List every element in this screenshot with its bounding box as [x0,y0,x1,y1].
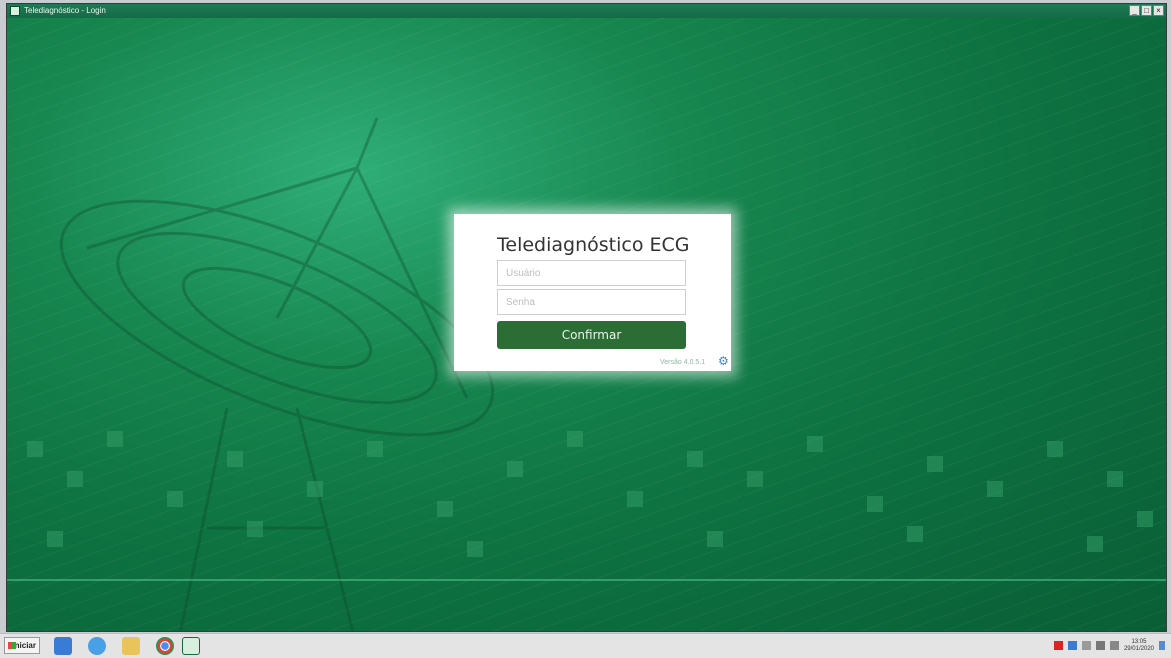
tile-pattern [7,411,1166,591]
window-controls: _ □ × [1129,5,1164,16]
app-icon [10,6,20,16]
minimize-button[interactable]: _ [1129,5,1140,16]
monitor-icon[interactable] [1095,641,1105,650]
close-button[interactable]: × [1153,5,1164,16]
show-desktop-icon[interactable] [1159,641,1165,650]
login-card: Telediagnóstico ECG Confirmar Versão 4.0… [454,214,731,371]
taskbar: Iniciar 13:05 29/01/2020 [0,633,1171,658]
gear-icon[interactable]: ⚙ [718,355,729,367]
file-explorer-icon[interactable] [122,637,140,655]
clock-time: 13:05 [1131,638,1147,645]
network-icon[interactable] [1067,641,1077,650]
clock[interactable]: 13:05 29/01/2020 [1124,639,1154,653]
floor-line [7,579,1166,581]
telediagnostico-app-icon[interactable] [182,637,200,655]
volume-icon[interactable] [1109,641,1119,650]
chrome-icon[interactable] [156,637,174,655]
window-title: Telediagnóstico - Login [24,6,106,15]
clock-date: 29/01/2020 [1123,645,1154,652]
windows-flag-icon [8,642,16,649]
password-input[interactable] [497,289,686,315]
confirm-button[interactable]: Confirmar [497,321,686,349]
app-window: Telediagnóstico - Login _ □ × Telediagnó… [6,3,1167,632]
antivirus-icon[interactable] [1053,641,1063,650]
username-input[interactable] [497,260,686,286]
version-label: Versão 4.0.5.1 [660,359,706,366]
window-titlebar[interactable]: Telediagnóstico - Login _ □ × [7,4,1166,18]
system-tray: 13:05 29/01/2020 [1053,637,1165,654]
internet-explorer-icon[interactable] [88,637,106,655]
flag-icon[interactable] [1081,641,1091,650]
maximize-button[interactable]: □ [1141,5,1152,16]
login-title: Telediagnóstico ECG [497,234,690,256]
start-button[interactable]: Iniciar [4,637,40,654]
media-player-icon[interactable] [54,637,72,655]
